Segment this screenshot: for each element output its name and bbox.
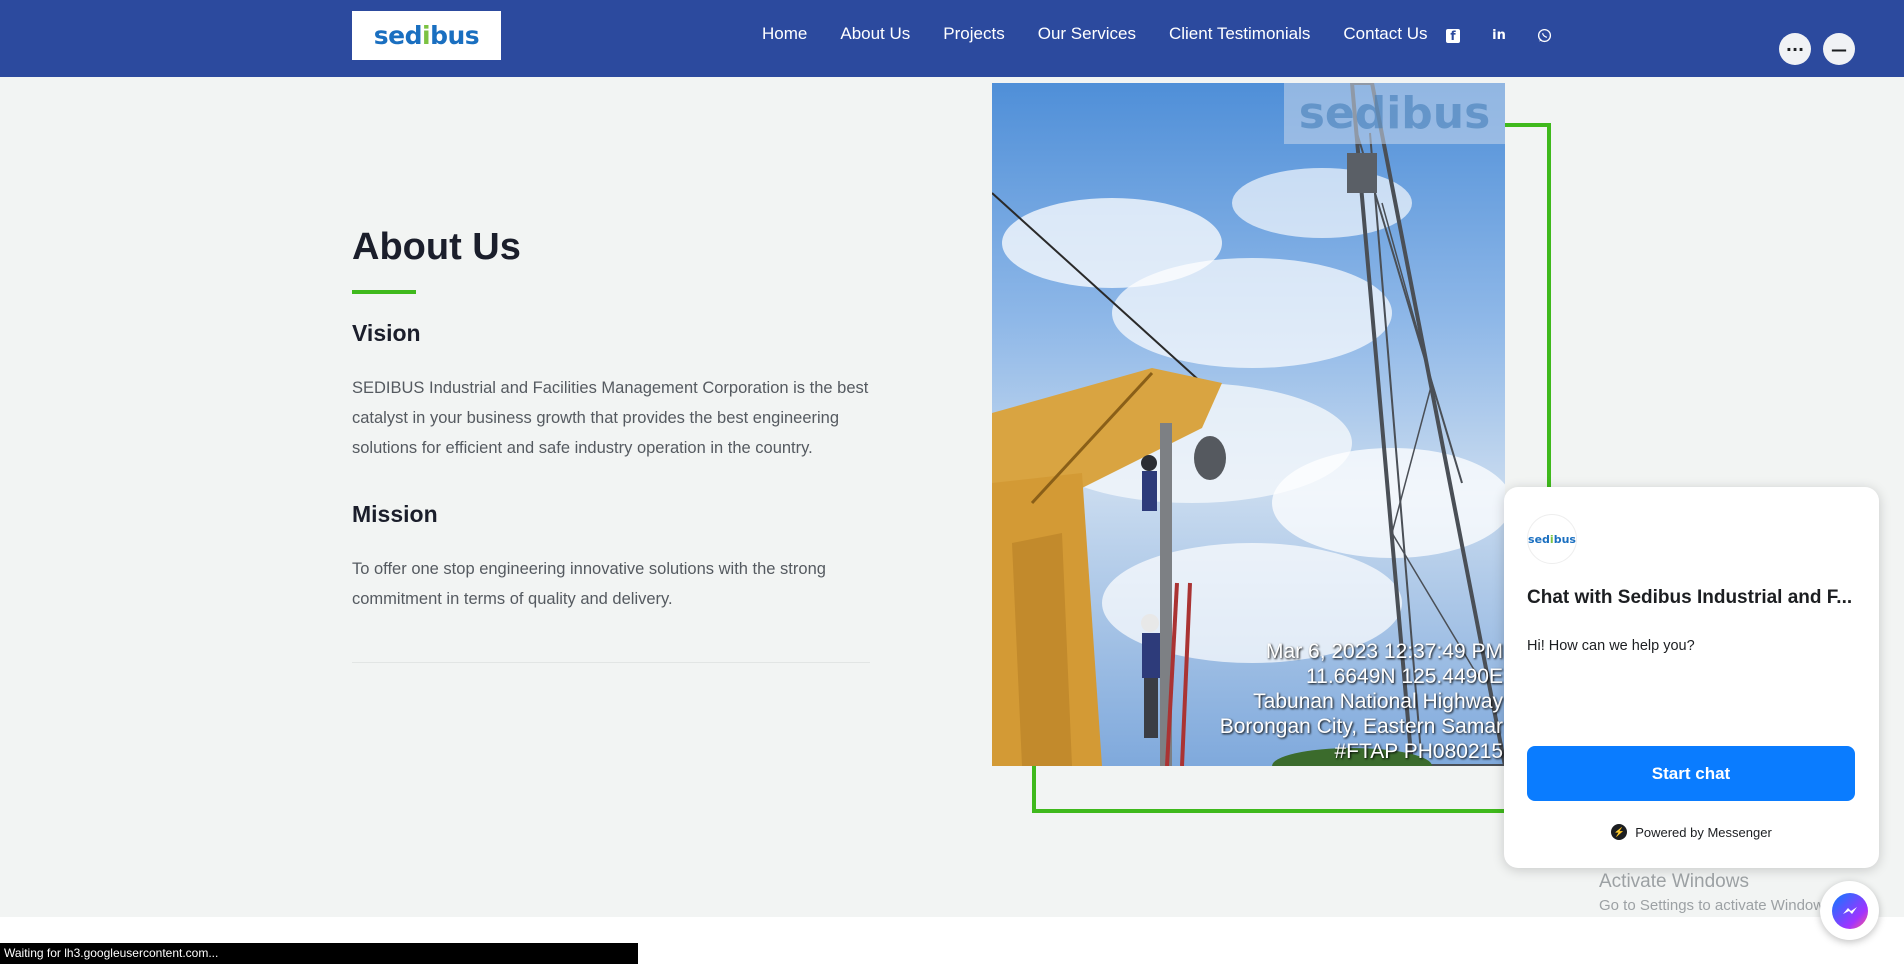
more-options-icon[interactable]: ··· <box>1779 33 1811 65</box>
messenger-launcher-button[interactable] <box>1820 881 1879 940</box>
activate-title: Activate Windows <box>1599 871 1749 892</box>
logo-wordmark: sedibus <box>373 21 480 50</box>
nav-our-services[interactable]: Our Services <box>1038 24 1136 44</box>
start-chat-button[interactable]: Start chat <box>1527 746 1855 801</box>
browser-status-bar: Waiting for lh3.googleusercontent.com... <box>0 943 638 964</box>
activate-subtitle: Go to Settings to activate Windows. <box>1599 897 1836 914</box>
tower-photo: sedibus Mar 6, 2023 12:37:49 PM 11.6649N… <box>992 83 1505 766</box>
messenger-icon <box>1831 892 1868 929</box>
chat-greeting: Hi! How can we help you? <box>1527 638 1695 654</box>
site-logo[interactable]: sedibus <box>352 11 501 60</box>
site-header: sedibus Home About Us Projects Our Servi… <box>0 0 1904 77</box>
powered-by-messenger: ⚡ Powered by Messenger <box>1504 824 1879 840</box>
chat-avatar: sed i bus <box>1527 514 1577 564</box>
minimize-icon[interactable]: — <box>1823 33 1855 65</box>
mission-text: To offer one stop engineering innovative… <box>352 560 826 608</box>
nav-client-testimonials[interactable]: Client Testimonials <box>1169 24 1310 44</box>
nav-projects[interactable]: Projects <box>943 24 1004 44</box>
powered-by-label: Powered by Messenger <box>1635 824 1772 840</box>
stamp-line: 11.6649N 125.4490E <box>1306 665 1503 688</box>
page-title: About Us <box>352 226 521 268</box>
messenger-icon: ⚡ <box>1611 824 1628 840</box>
nav-home[interactable]: Home <box>762 24 807 44</box>
title-underline <box>352 290 416 294</box>
photo-watermark: sedibus <box>1284 83 1505 144</box>
stamp-line: Tabunan National Highway <box>1253 690 1503 713</box>
facebook-icon[interactable]: f <box>1446 29 1460 43</box>
linkedin-icon[interactable]: in <box>1491 27 1507 43</box>
nav-about-us[interactable]: About Us <box>840 24 910 44</box>
mission-heading: Mission <box>352 501 438 527</box>
chat-title: Chat with Sedibus Industrial and F... <box>1527 587 1853 608</box>
stamp-line: Borongan City, Eastern Samar <box>1219 715 1503 738</box>
vision-text: SEDIBUS Industrial and Facilities Manage… <box>352 379 869 457</box>
stamp-line: #FTAP PH080215 <box>1334 740 1504 763</box>
messenger-chat-widget: sed i bus Chat with Sedibus Industrial and… <box>1504 487 1879 868</box>
photo-timestamp: Mar 6, 2023 12:37:49 PM 11.6649N 125.449… <box>1220 639 1503 764</box>
windows-activation-notice: Activate Windows Go to Settings to activ… <box>1599 871 1836 914</box>
vision-heading: Vision <box>352 320 421 346</box>
nav-contact-us[interactable]: Contact Us <box>1343 24 1427 44</box>
main-nav: Home About Us Projects Our Services Clie… <box>762 24 1460 44</box>
stamp-line: Mar 6, 2023 12:37:49 PM <box>1266 640 1503 663</box>
section-divider <box>352 662 870 663</box>
whatsapp-icon[interactable] <box>1536 27 1552 43</box>
